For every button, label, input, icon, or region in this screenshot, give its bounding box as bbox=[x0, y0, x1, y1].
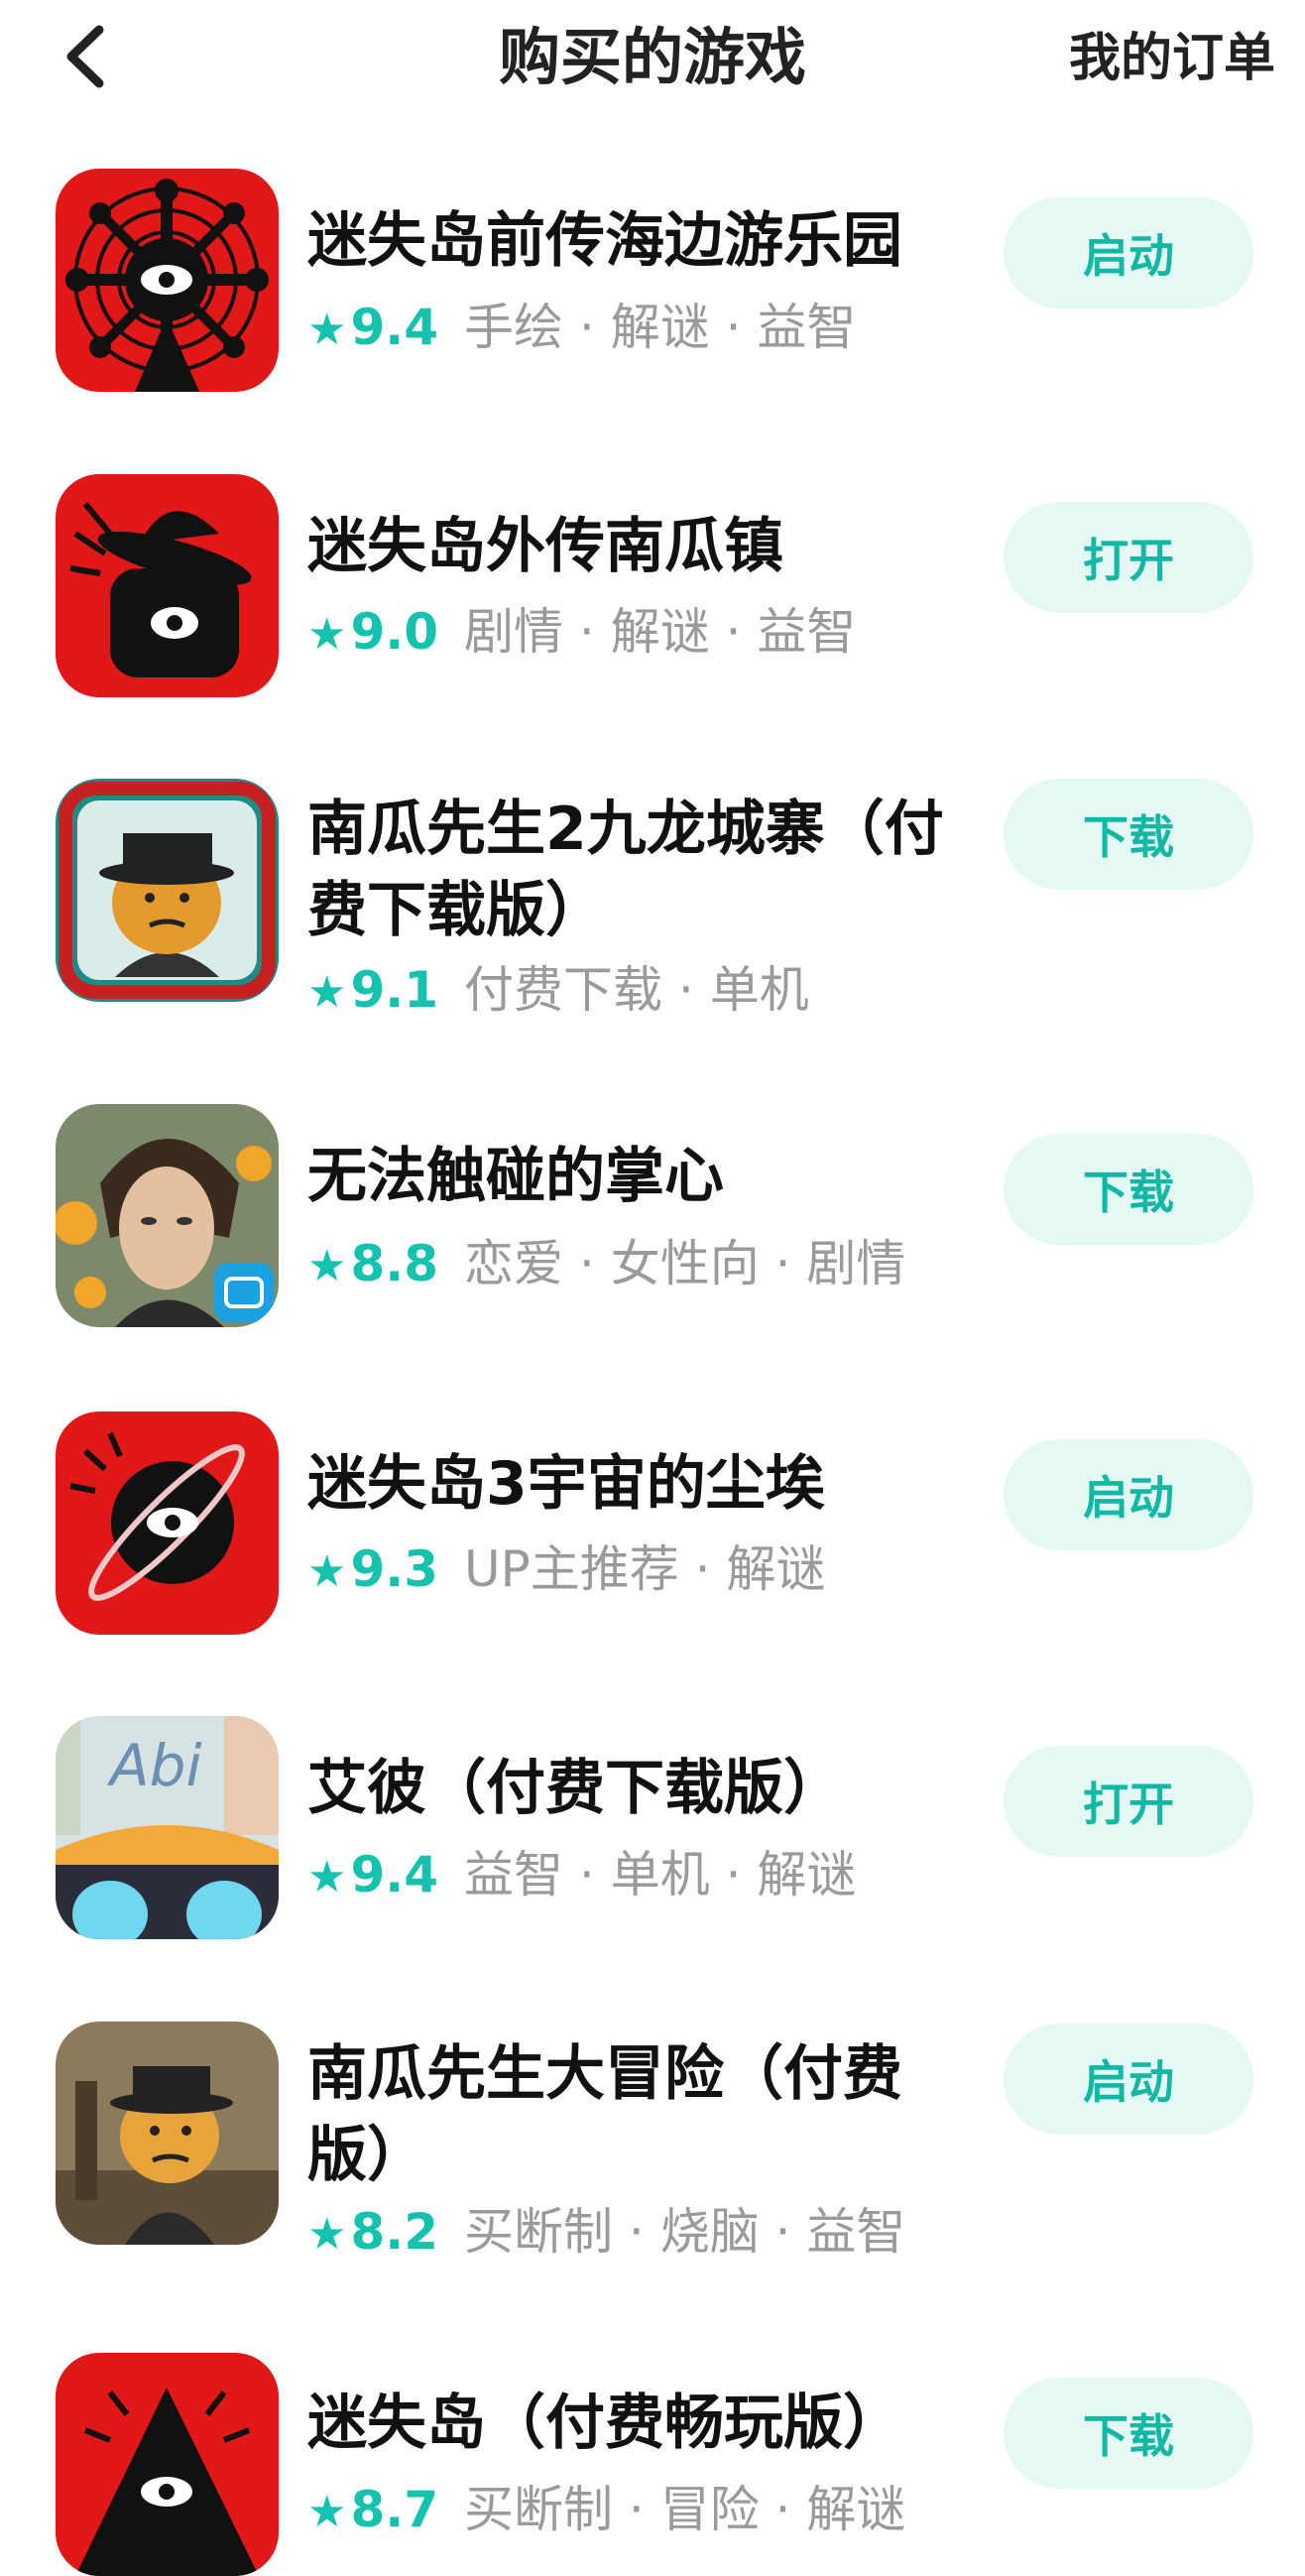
download-button[interactable]: 下载 bbox=[1004, 2378, 1253, 2489]
lost-island-pumpkin-town-icon[interactable] bbox=[56, 474, 279, 697]
star-icon: ★ bbox=[307, 1852, 347, 1902]
game-tags: 剧情 · 解谜 · 益智 bbox=[464, 603, 857, 661]
game-rating: 9.4 bbox=[350, 299, 439, 356]
star-icon: ★ bbox=[307, 2209, 347, 2260]
game-title[interactable]: 无法触碰的掌心 bbox=[307, 1139, 962, 1214]
star-icon: ★ bbox=[307, 305, 347, 355]
game-rating: 8.7 bbox=[350, 2481, 439, 2538]
game-tags: 付费下载 · 单机 bbox=[464, 961, 809, 1019]
game-rating: 9.0 bbox=[350, 603, 439, 661]
untouchable-palm-icon[interactable] bbox=[56, 1104, 279, 1327]
game-rating: 9.3 bbox=[350, 1540, 439, 1598]
abi-icon[interactable]: Abi bbox=[56, 1716, 279, 1939]
open-button[interactable]: 打开 bbox=[1004, 502, 1253, 613]
game-rating: 9.4 bbox=[350, 1846, 439, 1903]
star-icon: ★ bbox=[307, 1546, 347, 1597]
svg-text:Abi: Abi bbox=[106, 1732, 202, 1799]
game-tags: 买断制 · 冒险 · 解谜 bbox=[464, 2481, 906, 2538]
game-meta: ★9.4 手绘 · 解谜 · 益智 bbox=[307, 296, 856, 362]
download-button[interactable]: 下载 bbox=[1004, 1134, 1253, 1245]
game-tags: 益智 · 单机 · 解谜 bbox=[464, 1846, 857, 1903]
game-meta: ★9.0 剧情 · 解谜 · 益智 bbox=[307, 600, 856, 667]
game-title[interactable]: 南瓜先生大冒险（付费版） bbox=[307, 2033, 962, 2196]
game-title[interactable]: 迷失岛3宇宙的尘埃 bbox=[307, 1446, 962, 1522]
game-title[interactable]: 艾彼（付费下载版） bbox=[307, 1751, 962, 1826]
game-title[interactable]: 迷失岛（付费畅玩版） bbox=[307, 2386, 962, 2461]
game-title[interactable]: 南瓜先生2九龙城寨（付费下载版） bbox=[307, 789, 962, 951]
my-orders-link[interactable]: 我的订单 bbox=[1069, 24, 1275, 93]
game-meta: ★8.2 买断制 · 烧脑 · 益智 bbox=[307, 2200, 905, 2267]
game-tags: UP主推荐 · 解谜 bbox=[464, 1540, 826, 1598]
game-rating: 8.2 bbox=[350, 2203, 439, 2261]
game-title[interactable]: 迷失岛外传南瓜镇 bbox=[307, 509, 962, 584]
star-icon: ★ bbox=[307, 609, 347, 660]
mr-pumpkin-adventure-icon[interactable] bbox=[56, 2022, 279, 2245]
game-meta: ★8.7 买断制 · 冒险 · 解谜 bbox=[307, 2478, 905, 2544]
game-title[interactable]: 迷失岛前传海边游乐园 bbox=[307, 203, 962, 279]
game-meta: ★8.8 恋爱 · 女性向 · 剧情 bbox=[307, 1232, 905, 1298]
star-icon: ★ bbox=[307, 2487, 347, 2537]
lost-island-prequel-icon[interactable] bbox=[56, 169, 279, 392]
game-tags: 手绘 · 解谜 · 益智 bbox=[464, 299, 857, 356]
star-icon: ★ bbox=[307, 967, 347, 1018]
game-meta: ★9.3 UP主推荐 · 解谜 bbox=[307, 1537, 825, 1604]
launch-button[interactable]: 启动 bbox=[1004, 1439, 1253, 1550]
launch-button[interactable]: 启动 bbox=[1004, 197, 1253, 308]
star-icon: ★ bbox=[307, 1241, 347, 1291]
header: 购买的游戏 我的订单 bbox=[0, 0, 1305, 119]
download-button[interactable]: 下载 bbox=[1004, 779, 1253, 890]
lost-island-3-icon[interactable] bbox=[56, 1411, 279, 1635]
game-meta: ★9.4 益智 · 单机 · 解谜 bbox=[307, 1843, 856, 1909]
mr-pumpkin-2-icon[interactable] bbox=[56, 779, 279, 1002]
open-button[interactable]: 打开 bbox=[1004, 1746, 1253, 1857]
game-rating: 9.1 bbox=[350, 961, 439, 1019]
game-tags: 恋爱 · 女性向 · 剧情 bbox=[464, 1235, 906, 1292]
launch-button[interactable]: 启动 bbox=[1004, 2024, 1253, 2135]
game-tags: 买断制 · 烧脑 · 益智 bbox=[464, 2203, 906, 2261]
game-meta: ★9.1 付费下载 · 单机 bbox=[307, 958, 809, 1025]
game-rating: 8.8 bbox=[350, 1235, 439, 1292]
lost-island-icon[interactable] bbox=[56, 2353, 279, 2576]
